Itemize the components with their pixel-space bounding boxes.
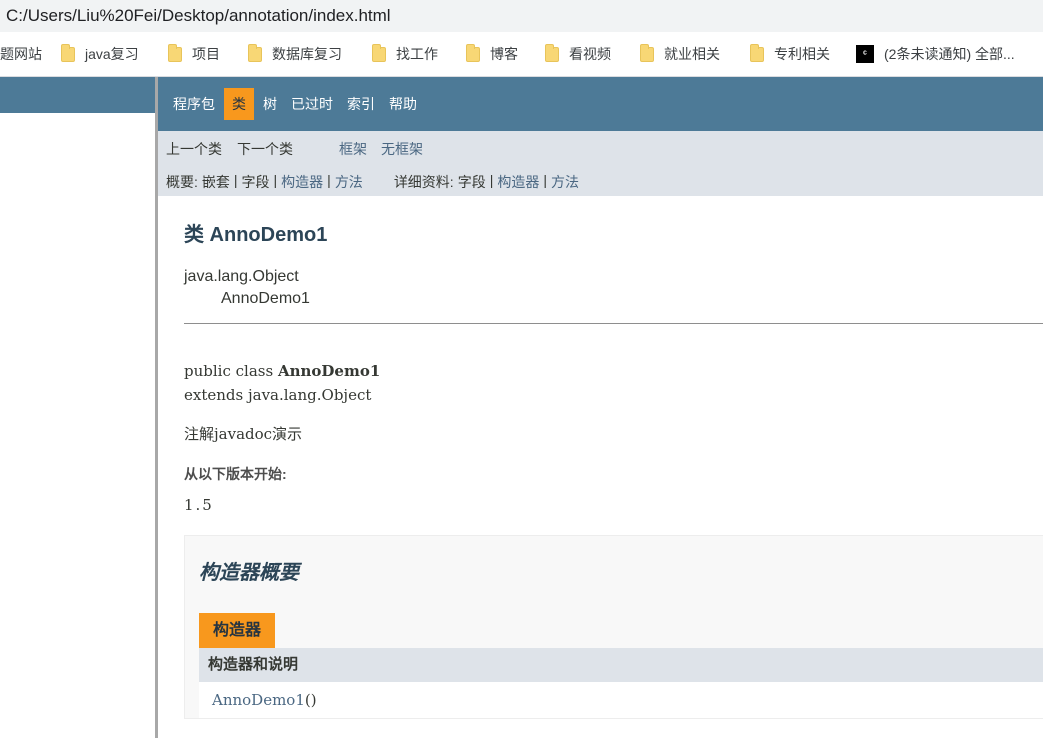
nav-deprecated[interactable]: 已过时 bbox=[284, 88, 340, 120]
prev-class-link[interactable]: 上一个类 bbox=[166, 139, 222, 159]
constructor-summary-title: 构造器概要 bbox=[199, 562, 299, 584]
frames-link[interactable]: 框架 bbox=[339, 139, 367, 159]
bookmark-label: java复习 bbox=[85, 46, 139, 62]
folder-icon bbox=[248, 43, 262, 62]
constructor-parens: () bbox=[304, 691, 317, 709]
bookmark-job[interactable]: 找工作 bbox=[372, 43, 438, 64]
class-content: 类 AnnoDemo1 java.lang.Object AnnoDemo1 p… bbox=[158, 218, 1043, 514]
signature-extends: extends java.lang.Object bbox=[184, 386, 372, 404]
summary-nested: 嵌套 bbox=[201, 174, 230, 190]
address-bar[interactable]: C:/Users/Liu%20Fei/Desktop/annotation/in… bbox=[0, 0, 1043, 32]
signature-prefix: public class bbox=[184, 362, 278, 380]
bookmark-label: 博客 bbox=[490, 46, 518, 62]
left-frame bbox=[0, 77, 155, 738]
bookmark-db-review[interactable]: 数据库复习 bbox=[248, 43, 342, 64]
bookmark-videos[interactable]: 看视频 bbox=[545, 43, 611, 64]
bookmark-label: 找工作 bbox=[396, 46, 438, 62]
url-text[interactable]: C:/Users/Liu%20Fei/Desktop/annotation/in… bbox=[0, 6, 391, 26]
class-frame: 程序包 类 树 已过时 索引 帮助 上一个类 下一个类 框架 无框架 概要: 嵌… bbox=[158, 77, 1043, 738]
bookmark-label: 项目 bbox=[192, 46, 220, 62]
summary-label: 概要: bbox=[166, 174, 198, 190]
nav-package[interactable]: 程序包 bbox=[166, 88, 222, 120]
summary-constructor-link[interactable]: 构造器 bbox=[281, 172, 323, 192]
page-title: 类 AnnoDemo1 bbox=[184, 224, 328, 246]
bookmark-label: 就业相关 bbox=[664, 46, 720, 62]
bookmark-site[interactable]: 题网站 bbox=[0, 44, 42, 64]
bookmark-label: 题网站 bbox=[0, 46, 42, 62]
bookmarks-bar: 题网站 java复习 项目 数据库复习 找工作 博客 看视频 就业相关 专利相关… bbox=[0, 32, 1043, 77]
bookmark-label: (2条未读通知) 全部... bbox=[884, 46, 1015, 62]
folder-icon bbox=[61, 43, 75, 62]
folder-icon bbox=[372, 43, 386, 62]
nav-class: 类 bbox=[224, 88, 254, 120]
folder-icon bbox=[168, 43, 182, 62]
bookmark-label: 数据库复习 bbox=[272, 46, 342, 62]
since-label: 从以下版本开始: bbox=[184, 466, 287, 482]
folder-icon bbox=[545, 43, 559, 62]
table-row: AnnoDemo1() bbox=[199, 682, 1043, 718]
detail-method-link[interactable]: 方法 bbox=[551, 172, 579, 192]
nav-help[interactable]: 帮助 bbox=[382, 88, 424, 120]
nav-index[interactable]: 索引 bbox=[340, 88, 382, 120]
class-signature: public class AnnoDemo1 extends java.lang… bbox=[184, 359, 1043, 407]
sub-nav: 上一个类 下一个类 框架 无框架 概要: 嵌套 | 字段 | 构造器 | 方法 … bbox=[158, 131, 1043, 196]
nav-tree[interactable]: 树 bbox=[256, 88, 284, 120]
since-value: 1.5 bbox=[184, 496, 214, 514]
bookmark-blog[interactable]: 博客 bbox=[466, 43, 518, 64]
constructor-column-header: 构造器和说明 bbox=[199, 648, 1043, 682]
bookmark-java-review[interactable]: java复习 bbox=[61, 43, 139, 64]
inheritance-parent: java.lang.Object bbox=[184, 268, 299, 285]
constructor-summary: 构造器概要 构造器 构造器和说明 AnnoDemo1() bbox=[184, 535, 1043, 719]
folder-icon bbox=[466, 43, 480, 62]
app-icon: ͨ bbox=[856, 45, 874, 63]
inheritance-child: AnnoDemo1 bbox=[221, 290, 310, 307]
summary-method-link[interactable]: 方法 bbox=[335, 172, 363, 192]
top-nav: 程序包 类 树 已过时 索引 帮助 bbox=[158, 77, 1043, 131]
left-frame-header bbox=[0, 77, 155, 113]
bookmark-label: 看视频 bbox=[569, 46, 611, 62]
next-class-link[interactable]: 下一个类 bbox=[237, 139, 293, 159]
constructor-tab: 构造器 bbox=[199, 613, 276, 648]
bookmark-label: 专利相关 bbox=[774, 46, 830, 62]
detail-label: 详细资料: bbox=[393, 174, 454, 190]
bookmark-employment[interactable]: 就业相关 bbox=[640, 43, 720, 64]
folder-icon bbox=[750, 43, 764, 62]
folder-icon bbox=[640, 43, 654, 62]
bookmark-projects[interactable]: 项目 bbox=[168, 43, 220, 64]
detail-constructor-link[interactable]: 构造器 bbox=[497, 172, 539, 192]
constructor-link[interactable]: AnnoDemo1 bbox=[212, 691, 305, 709]
bookmark-patent[interactable]: 专利相关 bbox=[750, 43, 830, 64]
inheritance-tree: java.lang.Object AnnoDemo1 bbox=[184, 266, 1043, 310]
class-description: 注解javadoc演示 bbox=[184, 425, 303, 443]
bookmark-notifications[interactable]: ͨ (2条未读通知) 全部... bbox=[856, 44, 1015, 64]
no-frames-link[interactable]: 无框架 bbox=[381, 139, 423, 159]
summary-field: 字段 bbox=[241, 174, 270, 190]
signature-class-name: AnnoDemo1 bbox=[277, 362, 381, 380]
divider-line bbox=[184, 323, 1043, 324]
detail-field: 字段 bbox=[457, 174, 486, 190]
